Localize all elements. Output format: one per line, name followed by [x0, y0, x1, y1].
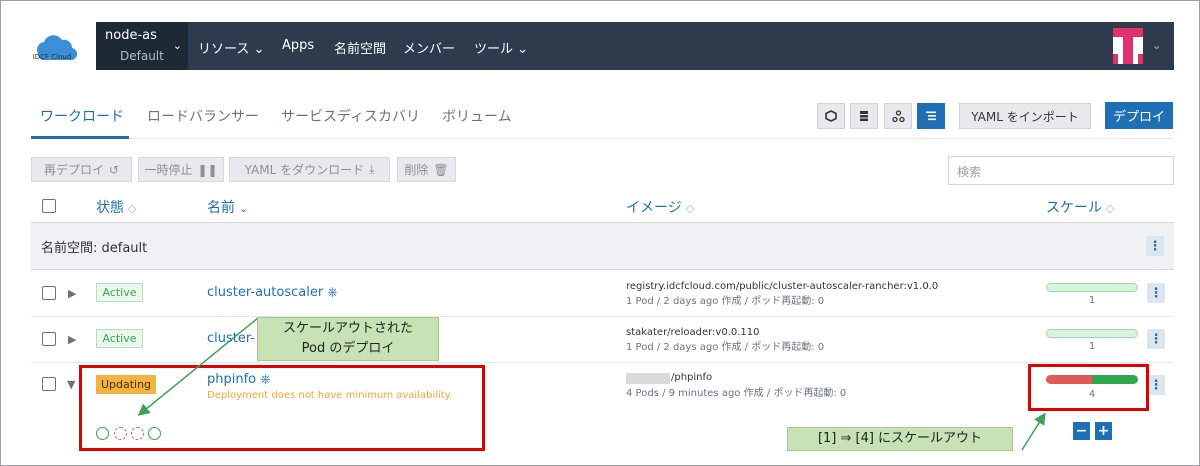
row-actions-menu[interactable]: ⋮ [1147, 283, 1165, 303]
search-input[interactable]: 検索 [948, 156, 1174, 185]
column-name-label: 名前 [207, 200, 235, 216]
view-namespace-button[interactable] [917, 103, 945, 129]
column-header-scale[interactable]: スケール ◇ [1046, 197, 1114, 217]
pause-icon: ❚❚ [197, 162, 218, 177]
column-header-name[interactable]: 名前 ⌄ [207, 197, 248, 217]
callout-scale-out: [1] ⇒ [4] にスケールアウト [787, 427, 1013, 451]
chevron-down-icon: ⌄ [253, 42, 265, 57]
user-avatar[interactable] [1113, 28, 1143, 64]
expand-icon[interactable]: ▶ [68, 287, 76, 300]
tab-workloads[interactable]: ワークロード [40, 106, 124, 126]
image-name: registry.idcfcloud.com/public/cluster-au… [626, 281, 939, 292]
workload-meta: 1 Pod / 2 days ago 作成 / ポッド再起動: 0 [626, 296, 825, 307]
sort-desc-icon: ⌄ [239, 202, 249, 215]
column-image-label: イメージ [626, 200, 682, 216]
menu-members[interactable]: メンバー [403, 38, 455, 57]
row-divider [31, 316, 1174, 317]
menu-tools[interactable]: ツール ⌄ [474, 38, 528, 57]
scale-count: 1 [1088, 341, 1096, 352]
download-yaml-label: YAML をダウンロード [244, 163, 365, 177]
highlight-box-phpinfo [79, 365, 485, 451]
chevron-down-icon[interactable]: ⌄ [1152, 39, 1161, 52]
import-yaml-button[interactable]: YAML をインポート [959, 103, 1091, 129]
pause-label: 一時停止 [144, 163, 193, 177]
trash-icon: 🗑 [433, 162, 449, 177]
row-actions-menu[interactable]: ⋮ [1147, 375, 1165, 395]
column-scale-label: スケール [1046, 200, 1102, 216]
cube-icon [825, 110, 837, 122]
top-navigation-bar: node-as Default ⌄ リソース ⌄ Apps 名前空間 メンバー … [96, 22, 1174, 70]
scale-down-button[interactable]: − [1073, 422, 1090, 440]
image-name: /phpinfo [671, 372, 713, 383]
refresh-icon: ↺ [108, 162, 120, 177]
menu-resources[interactable]: リソース ⌄ [198, 38, 264, 57]
tab-divider [31, 138, 1174, 139]
menu-resources-label: リソース [198, 42, 250, 57]
chevron-down-icon: ⌄ [517, 42, 529, 57]
workload-name[interactable]: cluster- [207, 331, 255, 346]
menu-apps[interactable]: Apps [282, 38, 314, 53]
column-header-image[interactable]: イメージ ◇ [626, 197, 694, 217]
scale-bar [1046, 329, 1138, 338]
scale-count: 1 [1088, 295, 1096, 306]
menu-tools-label: ツール [474, 42, 514, 57]
group-actions-menu[interactable]: ⋮ [1146, 236, 1164, 256]
view-service-button[interactable] [884, 103, 912, 129]
chevron-down-icon: ⌄ [172, 39, 182, 52]
column-header-state[interactable]: 状態 ◇ [96, 197, 136, 217]
download-yaml-button[interactable]: YAML をダウンロード ⤓ [229, 157, 390, 182]
callout-line-2: Pod のデプロイ [301, 341, 395, 356]
logo-text: IDCF Cloud [32, 53, 72, 61]
project-name: Default [120, 49, 164, 63]
expand-icon[interactable]: ▶ [68, 333, 76, 346]
workload-name-link[interactable]: cluster-autoscaler ⎈ [207, 285, 338, 300]
idcf-cloud-logo[interactable] [28, 28, 84, 68]
redacted-registry [626, 373, 670, 384]
row-actions-menu[interactable]: ⋮ [1147, 329, 1165, 349]
namespace-group-label: 名前空間: default [41, 241, 148, 256]
workload-name: cluster-autoscaler [207, 285, 324, 300]
tab-load-balancers[interactable]: ロードバランサー [147, 106, 259, 126]
workload-meta: 1 Pod / 2 days ago 作成 / ポッド再起動: 0 [626, 342, 825, 353]
collapse-icon[interactable]: ▼ [67, 378, 75, 391]
status-badge: Active [96, 329, 143, 348]
sort-icon: ◇ [685, 202, 695, 215]
row-checkbox[interactable] [42, 286, 56, 300]
redeploy-button[interactable]: 再デプロイ ↺ [31, 157, 132, 182]
cluster-project-switcher[interactable]: node-as Default ⌄ [96, 22, 188, 70]
callout-pod-deploy: スケールアウトされた Pod のデプロイ [257, 317, 439, 361]
scale-up-button[interactable]: + [1095, 422, 1112, 440]
redeploy-label: 再デプロイ [43, 163, 104, 177]
highlight-box-scale [1028, 364, 1149, 411]
tab-volumes[interactable]: ボリューム [442, 106, 512, 126]
status-badge: Active [96, 283, 143, 302]
menu-namespaces[interactable]: 名前空間 [334, 38, 386, 57]
deploy-button[interactable]: デプロイ [1105, 102, 1173, 129]
callout-line-1: スケールアウトされた [282, 321, 413, 336]
service-icon: ⎈ [327, 285, 338, 300]
column-state-label: 状態 [96, 200, 124, 216]
share-icon [891, 109, 905, 122]
active-tab-indicator [31, 136, 129, 139]
sort-icon: ◇ [1106, 202, 1115, 215]
workload-meta: 4 Pods / 9 minutes ago 作成 / ポッド再起動: 0 [626, 388, 847, 399]
select-all-checkbox[interactable] [42, 199, 56, 213]
pause-button[interactable]: 一時停止 ❚❚ [138, 157, 224, 182]
row-checkbox[interactable] [42, 332, 56, 346]
delete-label: 削除 [404, 163, 429, 177]
delete-button[interactable]: 削除 🗑 [397, 157, 456, 182]
image-name: stakater/reloader:v0.0.110 [626, 327, 760, 338]
scale-bar [1046, 283, 1138, 292]
grouped-list-icon [926, 111, 936, 121]
view-node-button[interactable] [817, 103, 845, 129]
view-list-button[interactable] [850, 103, 878, 129]
namespace-group-row: 名前空間: default ⋮ [31, 223, 1174, 270]
sort-icon: ◇ [128, 202, 137, 215]
download-icon: ⤓ [369, 162, 375, 176]
row-checkbox[interactable] [42, 377, 56, 391]
tab-service-discovery[interactable]: サービスディスカバリ [281, 106, 420, 126]
server-icon [860, 111, 868, 121]
row-divider [31, 362, 1174, 363]
